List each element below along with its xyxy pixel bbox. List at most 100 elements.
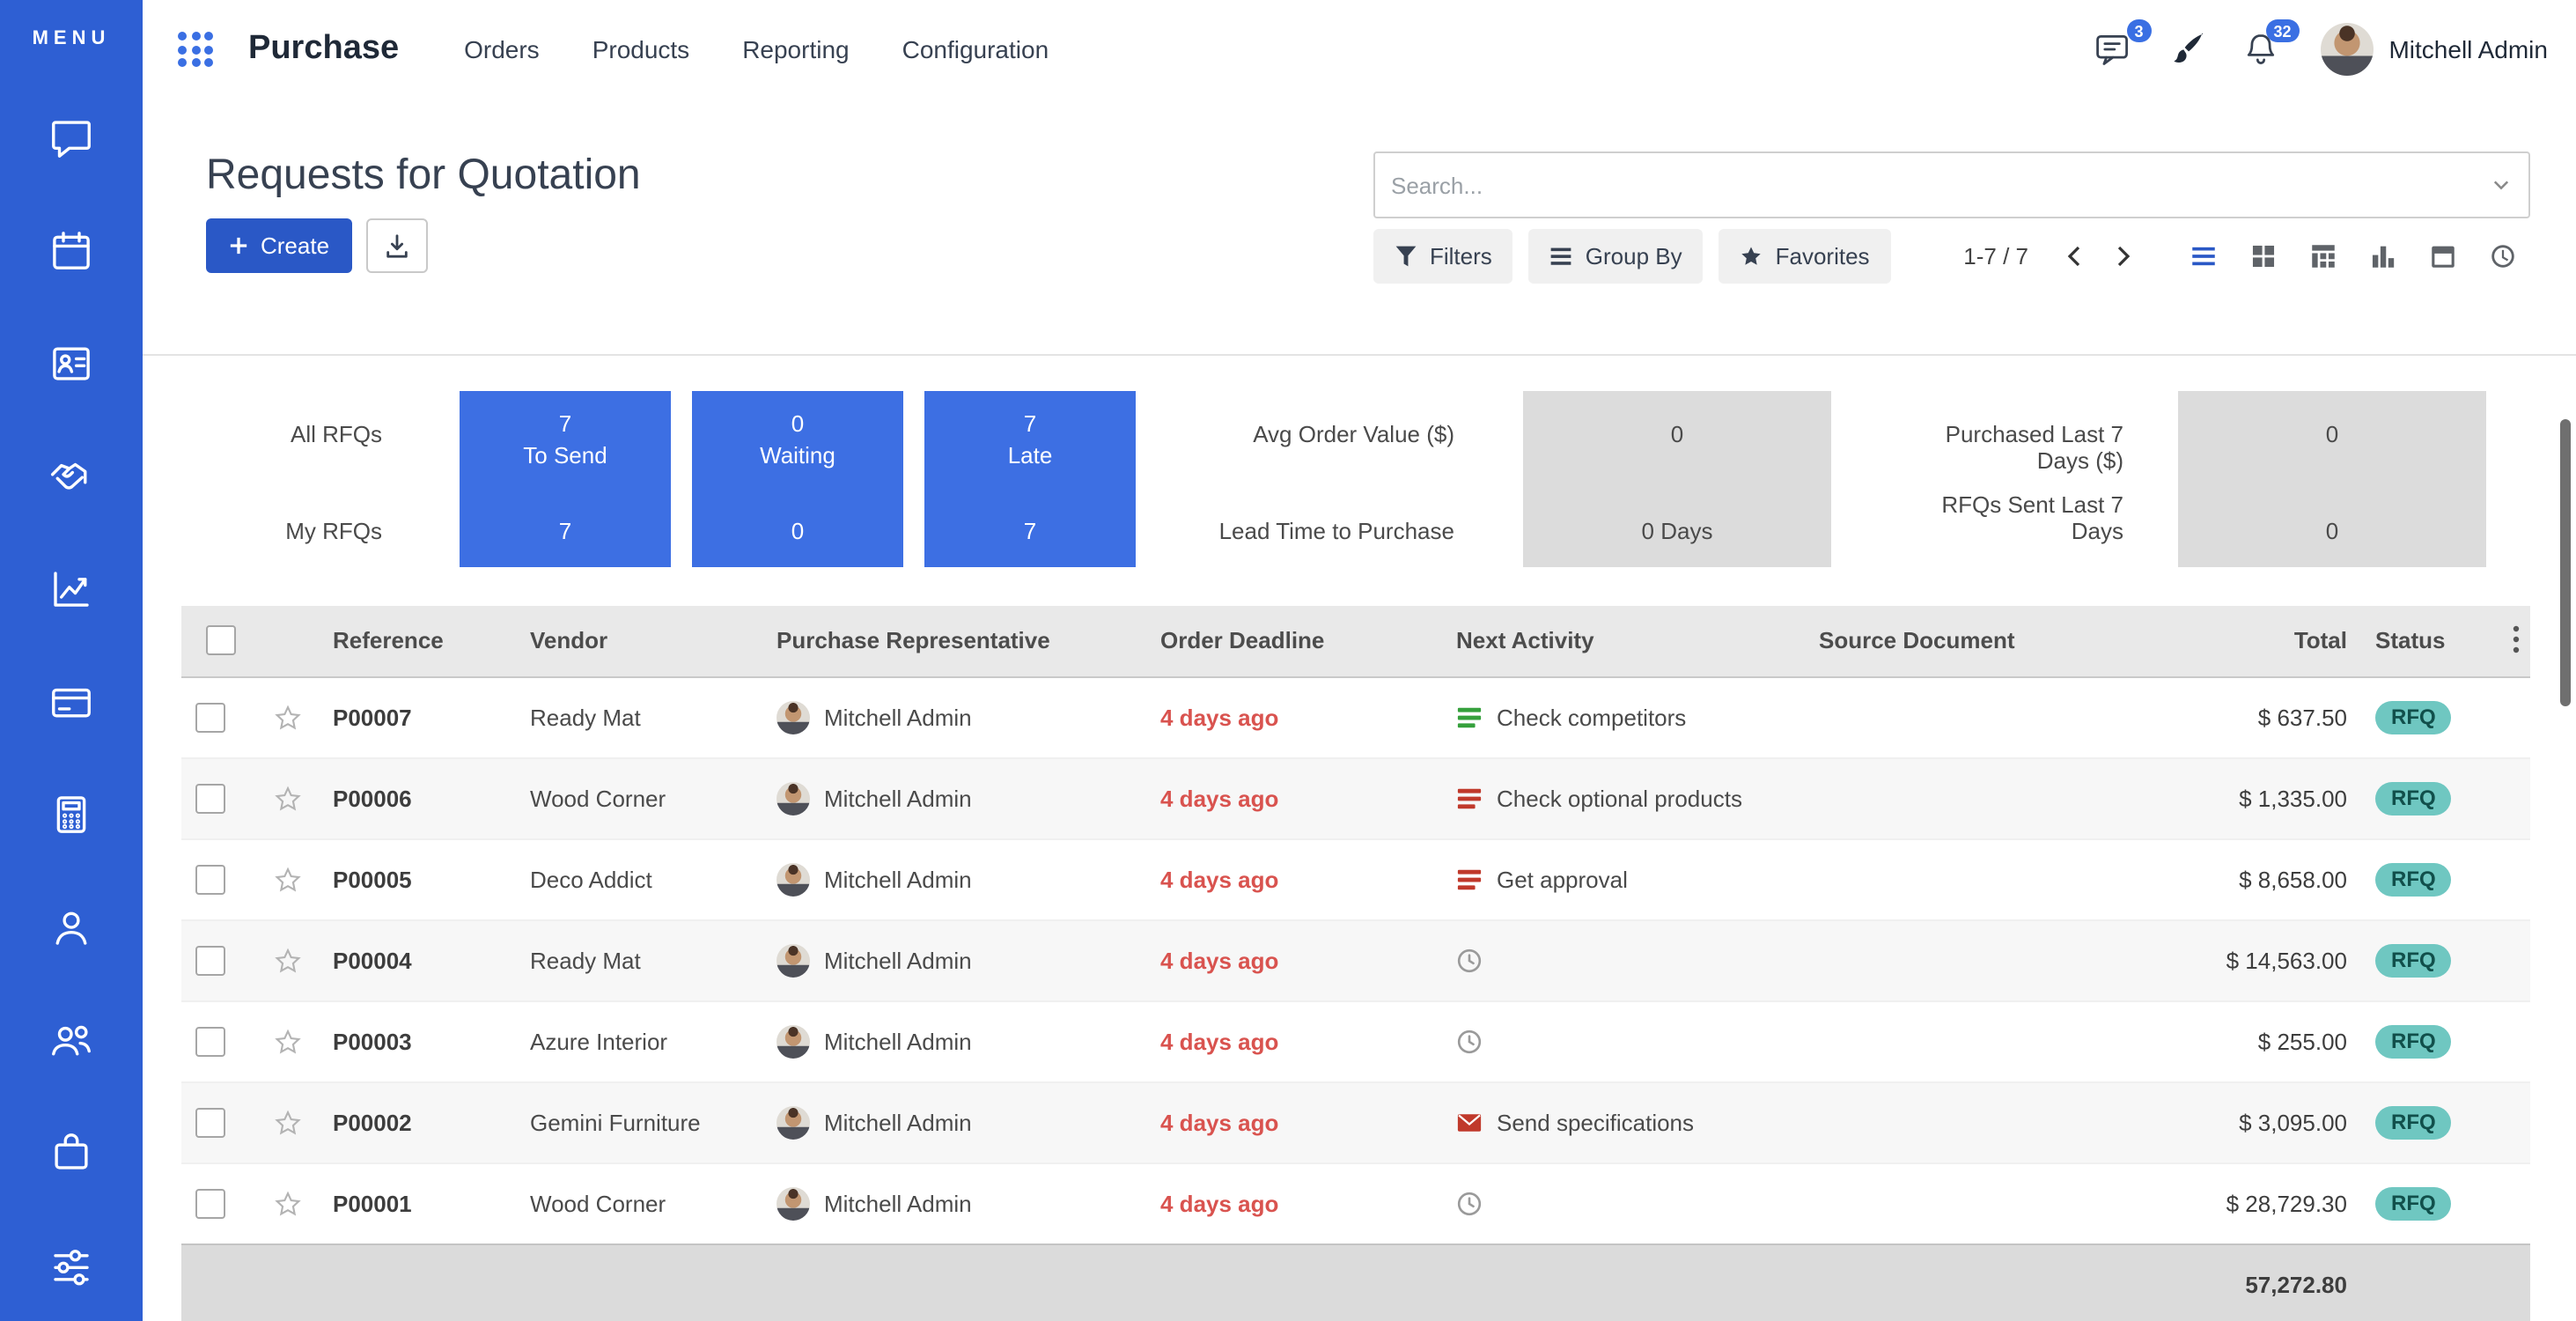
rfqs-sent-last-7-days-value: 0	[2326, 518, 2338, 544]
kpi-tile-to-send[interactable]: 7 To Send 7	[460, 391, 671, 567]
source-document	[1805, 757, 2097, 838]
view-graph-button[interactable]	[2356, 229, 2410, 284]
column-deadline[interactable]: Order Deadline	[1146, 606, 1442, 676]
notifications-button[interactable]: 32	[2235, 25, 2285, 74]
column-status[interactable]: Status	[2361, 606, 2488, 676]
search-input[interactable]	[1391, 172, 2490, 198]
table-row[interactable]: P00005 Deco Addict Mitchell Admin 4 days…	[181, 838, 2530, 919]
rfq-total: $ 3,095.00	[2097, 1081, 2361, 1162]
to-send-label: To Send	[523, 442, 607, 469]
sidebar-item-accounting[interactable]	[0, 757, 143, 870]
create-button[interactable]: Create	[206, 218, 352, 273]
sidebar-item-expenses[interactable]	[0, 645, 143, 757]
kpi-tile-waiting[interactable]: 0 Waiting 0	[692, 391, 903, 567]
column-vendor[interactable]: Vendor	[516, 606, 762, 676]
favorite-star-icon[interactable]	[273, 945, 303, 975]
row-checkbox[interactable]	[195, 783, 225, 813]
search-dropdown-toggle[interactable]	[2490, 176, 2513, 194]
sidebar-item-settings[interactable]	[0, 1208, 143, 1321]
view-list-button[interactable]	[2176, 229, 2231, 284]
row-checkbox[interactable]	[195, 702, 225, 732]
row-checkbox[interactable]	[195, 1188, 225, 1218]
activity-label: Send specifications	[1497, 1109, 1694, 1135]
filters-button[interactable]: Filters	[1373, 229, 1513, 284]
favorite-star-icon[interactable]	[273, 783, 303, 813]
optional-columns-button[interactable]	[2502, 623, 2530, 658]
notifications-badge: 32	[2265, 19, 2299, 42]
activity-tasks-icon[interactable]	[1456, 704, 1483, 730]
sidebar-item-sales[interactable]	[0, 532, 143, 645]
vertical-scrollbar[interactable]	[2560, 419, 2571, 706]
sidebar-item-employees[interactable]	[0, 870, 143, 983]
menu-products[interactable]: Products	[570, 23, 713, 76]
favorite-star-icon[interactable]	[273, 1188, 303, 1218]
row-checkbox[interactable]	[195, 1107, 225, 1137]
favorite-star-icon[interactable]	[273, 1107, 303, 1137]
column-activity[interactable]: Next Activity	[1442, 606, 1805, 676]
menu-orders[interactable]: Orders	[441, 23, 563, 76]
chat-bubble-icon	[48, 114, 95, 161]
activity-tasks-icon[interactable]	[1456, 785, 1483, 811]
row-checkbox[interactable]	[195, 1026, 225, 1056]
table-row[interactable]: P00007 Ready Mat Mitchell Admin 4 days a…	[181, 676, 2530, 757]
sidebar-item-purchase[interactable]	[0, 1096, 143, 1208]
my-rfqs-filter[interactable]: My RFQs	[181, 518, 382, 544]
table-row[interactable]: P00006 Wood Corner Mitchell Admin 4 days…	[181, 757, 2530, 838]
menu-configuration[interactable]: Configuration	[880, 23, 1072, 76]
select-all-checkbox[interactable]	[206, 626, 236, 656]
activity-clock-icon[interactable]	[1456, 947, 1483, 973]
order-deadline: 4 days ago	[1146, 1000, 1442, 1081]
messages-button[interactable]: 3	[2087, 25, 2137, 74]
activity-tasks-icon[interactable]	[1456, 866, 1483, 892]
apps-menu-button[interactable]	[167, 21, 224, 77]
brush-button[interactable]	[2161, 25, 2211, 74]
table-row[interactable]: P00003 Azure Interior Mitchell Admin 4 d…	[181, 1000, 2530, 1081]
all-rfqs-filter[interactable]: All RFQs	[181, 421, 382, 447]
row-checkbox[interactable]	[195, 945, 225, 975]
status-badge: RFQ	[2375, 1186, 2452, 1220]
group-by-button[interactable]: Group By	[1529, 229, 1704, 284]
column-rep[interactable]: Purchase Representative	[762, 606, 1146, 676]
sidebar-item-discuss[interactable]	[0, 81, 143, 194]
user-menu[interactable]: Mitchell Admin	[2320, 23, 2548, 76]
menu-toggle[interactable]: MENU	[0, 0, 143, 77]
favorite-star-icon[interactable]	[273, 702, 303, 732]
view-pivot-button[interactable]	[2296, 229, 2351, 284]
favorite-star-icon[interactable]	[273, 864, 303, 894]
favorite-star-icon[interactable]	[273, 1026, 303, 1056]
column-reference[interactable]: Reference	[319, 606, 516, 676]
view-clock-button[interactable]	[2476, 229, 2530, 284]
sidebar-item-calendar[interactable]	[0, 194, 143, 306]
export-button[interactable]	[366, 218, 428, 273]
pager-previous-button[interactable]	[2050, 232, 2099, 281]
activity-mail-icon[interactable]	[1456, 1109, 1483, 1135]
table-row[interactable]: P00001 Wood Corner Mitchell Admin 4 days…	[181, 1162, 2530, 1244]
rfq-reference: P00001	[319, 1162, 516, 1244]
rfq-reference: P00007	[319, 676, 516, 757]
activity-clock-icon[interactable]	[1456, 1190, 1483, 1216]
view-kanban-button[interactable]	[2236, 229, 2291, 284]
view-calendar-button[interactable]	[2416, 229, 2470, 284]
rfq-total: $ 637.50	[2097, 676, 2361, 757]
pager-next-button[interactable]	[2099, 232, 2148, 281]
sidebar-item-contacts[interactable]	[0, 306, 143, 419]
app-title[interactable]: Purchase	[248, 30, 399, 69]
rfq-total: $ 1,335.00	[2097, 757, 2361, 838]
menu-reporting[interactable]: Reporting	[719, 23, 872, 76]
table-row[interactable]: P00004 Ready Mat Mitchell Admin 4 days a…	[181, 919, 2530, 1000]
late-my-count: 7	[1024, 518, 1036, 544]
sidebar-item-members[interactable]	[0, 983, 143, 1096]
favorites-button[interactable]: Favorites	[1719, 229, 1891, 284]
row-checkbox[interactable]	[195, 864, 225, 894]
rfq-vendor: Deco Addict	[516, 838, 762, 919]
table-row[interactable]: P00002 Gemini Furniture Mitchell Admin 4…	[181, 1081, 2530, 1162]
sidebar-item-crm[interactable]	[0, 419, 143, 532]
top-navbar: Purchase Orders Products Reporting Confi…	[143, 0, 2576, 99]
status-badge: RFQ	[2375, 1024, 2452, 1058]
kpi-tile-late[interactable]: 7 Late 7	[924, 391, 1136, 567]
column-source[interactable]: Source Document	[1805, 606, 2097, 676]
activity-clock-icon[interactable]	[1456, 1028, 1483, 1054]
column-total[interactable]: Total	[2097, 606, 2361, 676]
metric-labels-2: Purchased Last 7 Days ($) RFQs Sent Last…	[1888, 391, 2123, 567]
activity-label: Check optional products	[1497, 785, 1742, 811]
